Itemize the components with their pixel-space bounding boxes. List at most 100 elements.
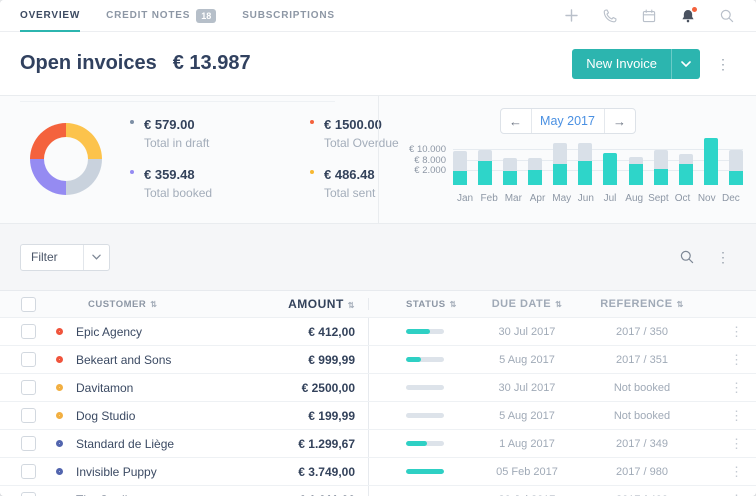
row-checkbox[interactable] (21, 464, 36, 479)
customer-name[interactable]: Invisible Puppy (76, 465, 157, 479)
calendar-icon[interactable] (640, 7, 658, 25)
due-date: 5 Aug 2017 (487, 354, 567, 366)
row-kebab-menu-icon[interactable]: ⋮ (730, 353, 743, 366)
status-progress-bar (406, 357, 444, 362)
tab-overview-label: OVERVIEW (20, 10, 80, 21)
table-kebab-menu-icon[interactable]: ⋮ (710, 246, 736, 268)
row-kebab-menu-icon[interactable]: ⋮ (730, 381, 743, 394)
tab-subscriptions[interactable]: SUBSCRIPTIONS (242, 0, 335, 31)
row-checkbox[interactable] (21, 408, 36, 423)
bar-fill (578, 161, 592, 185)
column-header-due-date[interactable]: DUE DATE⇅ (487, 298, 567, 310)
row-checkbox[interactable] (21, 324, 36, 339)
tab-subscriptions-label: SUBSCRIPTIONS (242, 10, 335, 21)
customer-name[interactable]: Davitamon (76, 381, 133, 395)
x-axis-label-sept: Sept (646, 193, 670, 204)
customer-name[interactable]: Epic Agency (76, 325, 142, 339)
legend-dot-icon (310, 120, 314, 124)
filter-dropdown[interactable]: Filter (20, 244, 110, 271)
customer-name[interactable]: Bekeart and Sons (76, 353, 171, 367)
month-selector-label[interactable]: May 2017 (531, 109, 605, 133)
plus-icon[interactable] (562, 7, 580, 25)
customer-name[interactable]: Standard de Liège (76, 437, 174, 451)
invoice-amount: € 2500,00 (250, 381, 368, 395)
reference: 2017 / 350 (567, 326, 717, 338)
customer-name[interactable]: Dog Studio (76, 409, 135, 423)
phone-icon[interactable] (601, 7, 619, 25)
invoice-amount: € 1.011,00 (250, 493, 368, 496)
table-search-icon[interactable] (678, 248, 696, 266)
table-header: CUSTOMER⇅ AMOUNT⇅ STATUS⇅ DUE DATE⇅ REFE… (0, 290, 756, 318)
table-row[interactable]: The Studio€ 1.011,0030 Jul 20172017 / 40… (0, 486, 756, 496)
legend-dot-icon (130, 120, 134, 124)
customer-name[interactable]: The Studio (76, 493, 134, 496)
bar-jun (578, 143, 592, 185)
x-axis-label-nov: Nov (695, 193, 719, 204)
bell-icon[interactable] (679, 7, 697, 25)
legend-dot-icon (130, 170, 134, 174)
bar-fill (654, 169, 668, 186)
table-row[interactable]: Epic Agency€ 412,0030 Jul 20172017 / 350… (0, 318, 756, 346)
filter-dropdown-label: Filter (21, 245, 83, 270)
bar-fill (603, 153, 617, 185)
y-axis-tick-label: € 10.000 (409, 144, 446, 155)
select-all-checkbox[interactable] (21, 297, 36, 312)
x-axis-label-jun: Jun (574, 193, 598, 204)
next-month-button[interactable]: → (605, 109, 635, 133)
chart-month-labels: JanFebMarAprMayJunJulAugSeptOctNovDec (453, 193, 743, 204)
tab-credit-notes-label: CREDIT NOTES (106, 10, 190, 21)
row-kebab-menu-icon[interactable]: ⋮ (730, 325, 743, 338)
title-bar: Open invoices € 13.987 New Invoice ⋮ (0, 32, 756, 95)
filter-bar: Filter ⋮ (0, 224, 756, 290)
row-checkbox[interactable] (21, 380, 36, 395)
customer-status-icon (56, 468, 63, 475)
row-checkbox[interactable] (21, 492, 36, 496)
bar-fill (679, 164, 693, 186)
bar-jul (603, 153, 617, 185)
tab-overview[interactable]: OVERVIEW (20, 0, 80, 31)
row-kebab-menu-icon[interactable]: ⋮ (730, 437, 743, 450)
header-kebab-menu-icon[interactable]: ⋮ (710, 53, 736, 75)
stats-section: € 579.00Total in draft€ 1500.00Total Ove… (0, 95, 756, 224)
due-date: 1 Aug 2017 (487, 438, 567, 450)
sort-icon: ⇅ (555, 300, 562, 309)
table-row[interactable]: Standard de Liège€ 1.299,671 Aug 2017201… (0, 430, 756, 458)
column-header-customer[interactable]: CUSTOMER⇅ (56, 299, 250, 310)
x-axis-label-oct: Oct (671, 193, 695, 204)
chevron-down-icon[interactable] (671, 49, 700, 79)
invoice-amount: € 999,99 (250, 353, 368, 367)
table-row[interactable]: Dog Studio€ 199,995 Aug 2017Not booked⋮ (0, 402, 756, 430)
row-kebab-menu-icon[interactable]: ⋮ (730, 465, 743, 478)
column-header-reference[interactable]: REFERENCE⇅ (567, 298, 717, 310)
column-header-status[interactable]: STATUS⇅ (369, 299, 487, 310)
prev-month-button[interactable]: ← (501, 109, 531, 133)
search-icon[interactable] (718, 7, 736, 25)
invoice-amount: € 1.299,67 (250, 437, 368, 451)
row-checkbox[interactable] (21, 352, 36, 367)
status-progress-bar (406, 385, 444, 390)
chart-bars (453, 137, 743, 185)
column-header-amount[interactable]: AMOUNT⇅ (250, 297, 368, 311)
status-progress-bar (406, 329, 444, 334)
open-invoices-total: € 13.987 (173, 52, 251, 75)
nav-icon-group (562, 0, 736, 31)
table-row[interactable]: Invisible Puppy€ 3.749,0005 Feb 20172017… (0, 458, 756, 486)
table-row[interactable]: Davitamon€ 2500,0030 Jul 2017Not booked⋮ (0, 374, 756, 402)
summary-item-2: € 359.48Total booked (130, 167, 310, 200)
totals-donut-chart (30, 123, 102, 195)
new-invoice-button[interactable]: New Invoice (572, 49, 700, 79)
row-kebab-menu-icon[interactable]: ⋮ (730, 409, 743, 422)
tab-credit-notes[interactable]: CREDIT NOTES 18 (106, 0, 216, 31)
status-progress-bar (406, 469, 444, 474)
table-row[interactable]: Bekeart and Sons€ 999,995 Aug 20172017 /… (0, 346, 756, 374)
status-progress-bar (406, 441, 444, 446)
sort-icon: ⇅ (150, 300, 157, 309)
x-axis-label-dec: Dec (719, 193, 743, 204)
x-axis-label-aug: Aug (622, 193, 646, 204)
customer-status-icon (56, 356, 63, 363)
x-axis-label-jan: Jan (453, 193, 477, 204)
bar-nov (704, 138, 718, 185)
bar-feb (478, 150, 492, 185)
due-date: 30 Jul 2017 (487, 326, 567, 338)
row-checkbox[interactable] (21, 436, 36, 451)
